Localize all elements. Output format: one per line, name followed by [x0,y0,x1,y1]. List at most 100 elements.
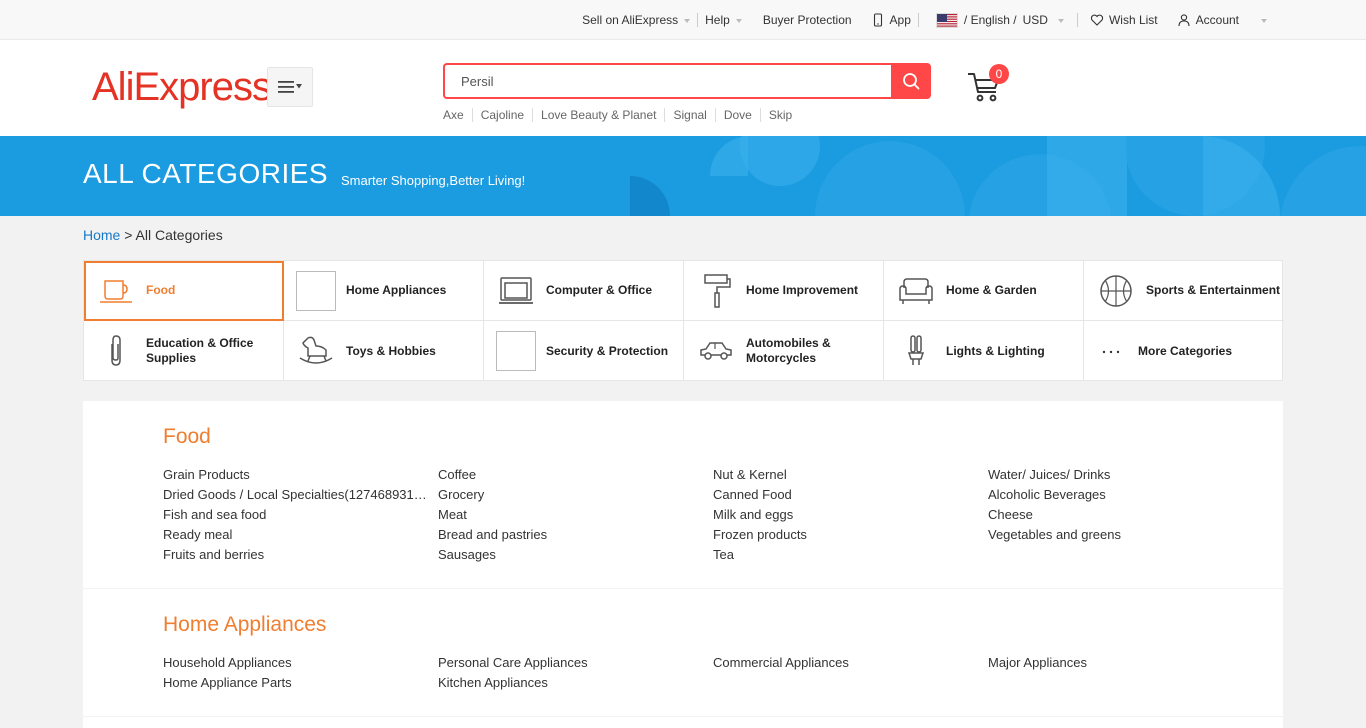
category-home-improvement[interactable]: Home Improvement [684,261,884,321]
section-next [83,717,1283,728]
category-security-protection[interactable]: Security & Protection [484,321,684,381]
subcategory-link[interactable]: Bread and pastries [438,527,703,543]
search-input[interactable] [443,63,891,99]
help-menu[interactable]: Help [698,0,749,40]
subcategory-link[interactable]: Vegetables and greens [988,527,1253,543]
subcategory-link[interactable]: Meat [438,507,703,523]
basketball-icon [1096,271,1136,311]
section-home-appliances: Home Appliances Household Appliances Per… [83,589,1283,716]
subcategory-link[interactable]: Fruits and berries [163,547,428,563]
broken-image-icon [296,270,336,311]
subcategory-link[interactable]: Major Appliances [988,655,1253,671]
category-label: Food [146,283,176,297]
hot-word-link[interactable]: Love Beauty & Planet [532,108,664,122]
subcategory-link[interactable]: Household Appliances [163,655,428,671]
page-title: ALL CATEGORIES [83,158,329,189]
subcategory-link[interactable]: Milk and eggs [713,507,978,523]
search-button[interactable] [891,63,931,99]
subcategory-link[interactable]: Sausages [438,547,703,563]
subcategory-link[interactable]: Kitchen Appliances [438,675,703,691]
laptop-icon [496,271,536,311]
language-currency-selector[interactable]: / English / USD [919,0,1071,40]
subcategory-link[interactable]: Nut & Kernel [713,467,978,483]
subcategory-link[interactable]: Coffee [438,467,703,483]
hot-word-link[interactable]: Cajoline [471,108,532,122]
hot-word-link[interactable]: Signal [664,108,714,122]
help-label: Help [705,13,730,27]
top-bar: Sell on AliExpress Help Buyer Protection… [0,0,1366,40]
subcategory-link[interactable]: Alcoholic Beverages [988,487,1253,503]
bulb-icon [896,331,936,371]
subcategory-link[interactable]: Personal Care Appliances [438,655,703,671]
category-toys-hobbies[interactable]: Toys & Hobbies [284,321,484,381]
subcategory-link[interactable]: Commercial Appliances [713,655,978,671]
sell-label: Sell on AliExpress [582,13,679,27]
categories-banner: ALL CATEGORIES Smarter Shopping,Better L… [0,136,1366,216]
subcategory-link[interactable]: Home Appliance Parts [163,675,428,691]
category-more[interactable]: More Categories [1084,321,1284,381]
language-label: / English / [963,13,1017,27]
site-header: AliExpress Axe Cajoline Love Beauty & Pl… [0,40,1366,136]
subcategory-link[interactable]: Cheese [988,507,1253,523]
breadcrumb-home-link[interactable]: Home [83,227,120,243]
page-subtitle: Smarter Shopping,Better Living! [341,173,526,188]
subcategory-link[interactable]: Frozen products [713,527,978,543]
category-menu-button[interactable] [267,67,313,107]
hot-search-words: Axe Cajoline Love Beauty & Planet Signal… [443,108,800,122]
category-automobiles-motorcycles[interactable]: Automobiles & Motorcycles [684,321,884,381]
hot-word-link[interactable]: Skip [759,108,800,122]
category-food[interactable]: Food [84,261,284,321]
category-label: Home Improvement [746,283,859,297]
search-icon [903,73,920,90]
app-label: App [889,13,911,27]
subcategory-link[interactable]: Dried Goods / Local Specialties(12746893… [163,487,428,503]
category-sports-entertainment[interactable]: Sports & Entertainment [1084,261,1284,321]
hot-word-link[interactable]: Axe [443,108,472,122]
currency-label: USD [1022,13,1048,27]
subcategory-link[interactable]: Ready meal [163,527,428,543]
cart-button[interactable]: 0 [966,64,1009,104]
subcategory-link[interactable]: Grocery [438,487,703,503]
section-food: Food Grain Products Coffee Nut & Kernel … [83,401,1283,588]
subcategory-link[interactable]: Grain Products [163,467,428,483]
category-label: Automobiles & Motorcycles [746,336,831,365]
car-icon [696,331,736,371]
search-bar [443,63,931,99]
cup-icon [96,271,136,311]
paint-roller-icon [696,271,736,311]
hot-word-link[interactable]: Dove [714,108,760,122]
category-education-office-supplies[interactable]: Education & Office Supplies [84,321,284,381]
category-label: Toys & Hobbies [346,343,436,358]
heart-icon [1090,14,1104,26]
category-lights-lighting[interactable]: Lights & Lighting [884,321,1084,381]
us-flag-icon [935,12,958,28]
category-computer-office[interactable]: Computer & Office [484,261,684,321]
aliexpress-logo[interactable]: AliExpress [92,65,272,109]
buyer-protection-label: Buyer Protection [762,13,852,27]
buyer-protection-link[interactable]: Buyer Protection [749,0,859,40]
app-link[interactable]: App [859,0,918,40]
category-grid: Food Home Appliances Computer & Office H… [83,260,1284,381]
banner-decoration [630,136,1366,216]
category-home-garden[interactable]: Home & Garden [884,261,1084,321]
category-label: Security & Protection [546,343,669,358]
sell-on-aliexpress-link[interactable]: Sell on AliExpress [575,0,697,40]
subcategory-link[interactable]: Fish and sea food [163,507,428,523]
wish-list-link[interactable]: Wish List [1078,0,1165,40]
subcategory-link[interactable]: Tea [713,547,978,563]
category-home-appliances[interactable]: Home Appliances [284,261,484,321]
chevron-down-icon [1261,19,1267,23]
broken-image-icon [496,331,536,371]
subcategory-link[interactable]: Canned Food [713,487,978,503]
breadcrumb-separator: > [120,227,136,243]
cart-count-badge: 0 [989,64,1009,84]
rocking-horse-icon [296,331,336,371]
category-label: Education & Office Supplies [146,336,254,365]
account-menu[interactable]: Account [1165,0,1274,40]
category-label: Home & Garden [946,283,1037,297]
subcategory-link[interactable]: Water/ Juices/ Drinks [988,467,1253,483]
category-label: Lights & Lighting [946,343,1045,358]
category-label: Sports & Entertainment [1146,283,1281,297]
subcategory-list: Grain Products Coffee Nut & Kernel Water… [163,467,1263,563]
user-icon [1178,14,1190,27]
